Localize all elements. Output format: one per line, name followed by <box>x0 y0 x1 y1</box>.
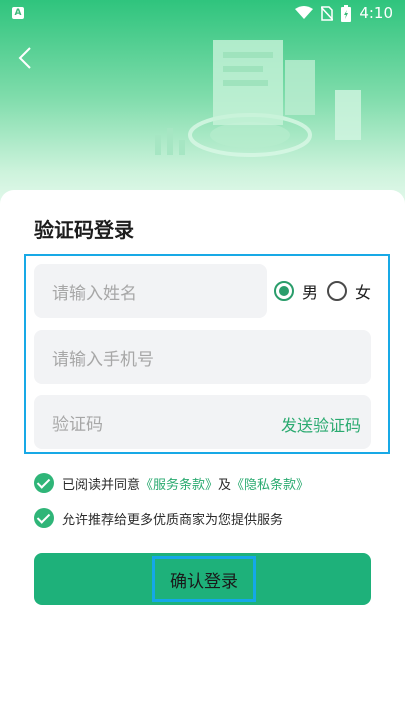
app-notification-icon: A <box>12 7 24 19</box>
gender-male-radio[interactable] <box>274 281 294 301</box>
send-code-button[interactable]: 发送验证码 <box>281 412 361 436</box>
recommend-text: 允许推荐给更多优质商家为您提供服务 <box>62 512 284 528</box>
gender-female-radio[interactable] <box>327 281 348 301</box>
phone-placeholder: 请输入手机号 <box>52 349 154 370</box>
hero-banner: A 4:10 <box>0 0 405 215</box>
terms-prefix: 已阅读并同意 <box>62 477 141 493</box>
page-title: 验证码登录 <box>34 218 134 242</box>
terms-agreement: 已阅读并同意 《服务条款》 及 《隐私条款》 <box>34 473 309 493</box>
no-sim-icon <box>321 5 334 21</box>
code-placeholder: 验证码 <box>52 414 103 435</box>
service-terms-link[interactable]: 《服务条款》 <box>140 474 218 493</box>
gender-female-label: 女 <box>355 283 372 302</box>
back-button[interactable] <box>14 44 38 72</box>
chevron-left-icon <box>18 47 31 69</box>
battery-icon <box>341 4 352 22</box>
gender-selector: 男 女 <box>274 279 371 303</box>
name-placeholder: 请输入姓名 <box>52 283 137 304</box>
recommend-agreement: 允许推荐给更多优质商家为您提供服务 <box>34 508 283 528</box>
recommend-check-icon[interactable] <box>34 508 54 528</box>
clock: 4:10 <box>359 4 393 22</box>
confirm-login-label: 确认登录 <box>152 556 256 602</box>
gender-male-label: 男 <box>302 283 319 302</box>
hero-illustration <box>155 40 361 157</box>
phone-input[interactable]: 请输入手机号 <box>34 330 371 384</box>
terms-connector: 及 <box>218 477 232 493</box>
privacy-terms-link[interactable]: 《隐私条款》 <box>231 474 309 493</box>
wifi-icon <box>295 6 314 19</box>
name-input[interactable]: 请输入姓名 <box>34 264 267 318</box>
status-bar: A 4:10 <box>0 0 405 28</box>
terms-check-icon[interactable] <box>34 473 54 493</box>
